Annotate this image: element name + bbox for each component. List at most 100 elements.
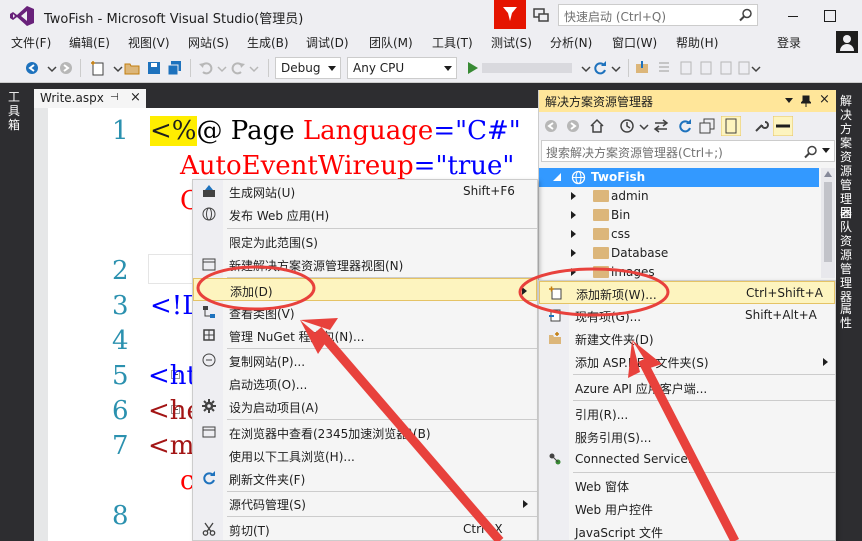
tab-write-aspx[interactable]: Write.aspx ⊣ × [34, 89, 146, 108]
chevron-down-icon[interactable] [785, 98, 793, 104]
menu-item-azure-api-client[interactable]: Azure API 应用客户端... [539, 376, 835, 399]
tree-item-twofish[interactable]: TwoFish [539, 168, 819, 187]
maximize-button[interactable] [814, 4, 844, 26]
navigate-forward-icon[interactable] [58, 60, 74, 76]
menu-item-new-solution-explorer-view[interactable]: 新建解决方案资源管理器视图(N) [193, 253, 537, 276]
sign-in-link[interactable]: 登录 [777, 34, 801, 51]
close-tab-icon[interactable]: × [130, 90, 141, 105]
menu-tools[interactable]: 工具(T) [432, 34, 473, 51]
menu-item-service-reference[interactable]: 服务引用(S)... [539, 425, 835, 448]
menu-debug[interactable]: 调试(D) [306, 34, 349, 51]
tab-properties[interactable]: 属性 [840, 302, 856, 330]
menu-item-add[interactable]: 添加(D) [193, 278, 537, 301]
properties-wrench-icon[interactable] [753, 118, 769, 134]
menu-item-add-new-item[interactable]: 添加新项(W)... Ctrl+Shift+A [539, 281, 835, 304]
align-icon[interactable] [656, 60, 672, 76]
menu-help[interactable]: 帮助(H) [676, 34, 718, 51]
menu-website[interactable]: 网站(S) [188, 34, 229, 51]
expand-arrow-icon[interactable] [571, 249, 576, 257]
refresh-icon[interactable] [592, 60, 608, 76]
browser-target-blurred[interactable] [482, 63, 572, 73]
scroll-thumb[interactable] [824, 182, 832, 262]
new-project-icon[interactable] [90, 60, 106, 76]
menu-view[interactable]: 视图(V) [128, 34, 170, 51]
menu-item-web-user-control[interactable]: Web 用户控件 [539, 497, 835, 520]
menu-item-javascript-file[interactable]: JavaScript 文件 [539, 520, 835, 541]
user-account-icon[interactable] [836, 31, 858, 53]
preview-selected-items-icon[interactable] [773, 116, 793, 136]
undo-dropdown-icon[interactable] [214, 60, 230, 76]
redo-icon[interactable] [230, 60, 246, 76]
menu-item-existing-item[interactable]: 现有项(G)... Shift+Alt+A [539, 304, 835, 327]
chevron-down-icon[interactable] [822, 148, 830, 154]
expand-arrow-icon[interactable] [571, 230, 576, 238]
expanded-arrow-icon[interactable] [553, 173, 561, 181]
minimize-button[interactable] [778, 4, 808, 26]
menu-item-source-control[interactable]: 源代码管理(S) [193, 492, 537, 515]
menu-item-publish-web-app[interactable]: 发布 Web 应用(H) [193, 203, 537, 226]
notifications-icon[interactable] [532, 6, 550, 24]
menu-edit[interactable]: 编辑(E) [69, 34, 110, 51]
forward-icon[interactable] [565, 118, 581, 134]
redo-dropdown-icon[interactable] [246, 60, 262, 76]
menu-analyze[interactable]: 分析(N) [550, 34, 592, 51]
toolbox-side-tab[interactable]: 工具箱 [0, 84, 28, 541]
solution-explorer-search-input[interactable]: 搜索解决方案资源管理器(Ctrl+;) [541, 140, 835, 162]
menu-item-scope-to-this[interactable]: 限定为此范围(S) [193, 230, 537, 253]
menu-item-connected-service[interactable]: Connected Service... [539, 448, 835, 471]
menu-item-add-aspnet-folder[interactable]: 添加 ASP.NET 文件夹(S) [539, 350, 835, 373]
menu-item-view-class-diagram[interactable]: 查看类图(V) [193, 301, 537, 324]
tree-item-database[interactable]: Database [539, 244, 819, 263]
menu-build[interactable]: 生成(B) [247, 34, 289, 51]
solution-configuration-select[interactable]: Debug [275, 57, 341, 79]
chevron-down-icon[interactable] [639, 118, 649, 134]
open-file-icon[interactable] [124, 60, 140, 76]
tree-item-admin[interactable]: admin [539, 187, 819, 206]
document-paste-icon[interactable] [718, 60, 734, 76]
navigate-back-icon[interactable] [24, 60, 40, 76]
menu-item-reference[interactable]: 引用(R)... [539, 402, 835, 425]
refresh-dropdown-icon[interactable] [608, 60, 624, 76]
menu-window[interactable]: 窗口(W) [612, 34, 657, 51]
tab-solution-explorer[interactable]: 解决方案资源管理器 [840, 94, 856, 220]
menu-item-copy-website[interactable]: 复制网站(P)... [193, 349, 537, 372]
publish-icon[interactable] [634, 60, 650, 76]
menu-item-set-startup-project[interactable]: 设为启动项目(A) [193, 395, 537, 418]
pending-changes-icon[interactable] [619, 118, 635, 134]
expand-arrow-icon[interactable] [571, 192, 576, 200]
home-icon[interactable] [589, 118, 605, 134]
tab-team-explorer[interactable]: 团队资源管理器 [840, 206, 856, 304]
menu-item-startup-options[interactable]: 启动选项(O)... [193, 372, 537, 395]
save-icon[interactable] [146, 60, 162, 76]
menu-item-cut[interactable]: 剪切(T) Ctrl+X [193, 518, 537, 541]
tree-item-bin[interactable]: Bin [539, 206, 819, 225]
collapse-all-icon[interactable] [699, 118, 715, 134]
menu-item-build-website[interactable]: 生成网站(U) Shift+F6 [193, 180, 537, 203]
toolbar-overflow-icon[interactable] [748, 60, 764, 76]
close-panel-icon[interactable]: × [819, 92, 830, 107]
menu-item-new-folder[interactable]: 新建文件夹(D) [539, 327, 835, 350]
menu-team[interactable]: 团队(M) [369, 34, 413, 51]
solution-platform-select[interactable]: Any CPU [347, 57, 457, 79]
document-copy-icon[interactable] [698, 60, 714, 76]
undo-icon[interactable] [198, 60, 214, 76]
refresh-icon[interactable] [677, 118, 693, 134]
tree-scrollbar[interactable] [821, 168, 835, 278]
tree-item-css[interactable]: css [539, 225, 819, 244]
menu-item-refresh-folder[interactable]: 刷新文件夹(F) [193, 467, 537, 490]
scroll-up-arrow-icon[interactable] [824, 171, 832, 177]
pin-icon[interactable] [801, 95, 811, 107]
start-debugging-icon[interactable] [464, 60, 480, 76]
pin-tab-icon[interactable]: ⊣ [110, 92, 119, 103]
menu-item-browse-with[interactable]: 使用以下工具浏览(H)... [193, 444, 537, 467]
document-icon[interactable] [678, 60, 694, 76]
menu-item-view-in-browser[interactable]: 在浏览器中查看(2345加速浏览器)(B) [193, 421, 537, 444]
menu-item-web-form[interactable]: Web 窗体 [539, 474, 835, 497]
back-icon[interactable] [543, 118, 559, 134]
sync-icon[interactable] [653, 118, 669, 134]
expand-arrow-icon[interactable] [571, 211, 576, 219]
feedback-flag-button[interactable] [494, 0, 526, 29]
quick-launch-input[interactable]: 快速启动 (Ctrl+Q) [558, 4, 758, 26]
menu-item-manage-nuget[interactable]: 管理 NuGet 程序包(N)... [193, 324, 537, 347]
save-all-icon[interactable] [167, 60, 183, 76]
